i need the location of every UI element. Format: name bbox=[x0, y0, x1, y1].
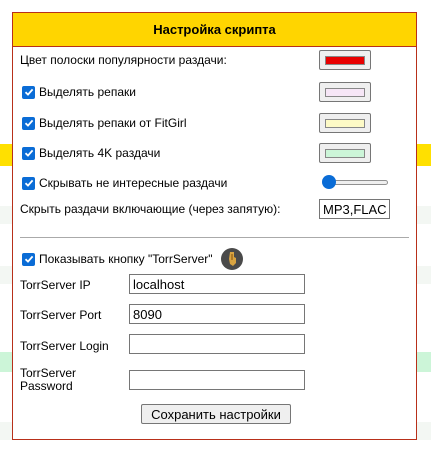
slider-thumb[interactable] bbox=[322, 175, 336, 189]
color-swatch bbox=[325, 148, 365, 158]
checkbox-highlight-repacks[interactable] bbox=[22, 85, 35, 99]
highlight-4k-row[interactable]: Выделять 4K раздачи bbox=[20, 146, 160, 160]
checkbox-highlight-4k[interactable] bbox=[22, 146, 35, 160]
4k-color-picker[interactable] bbox=[319, 143, 371, 163]
checkbox-torrserver-button[interactable] bbox=[22, 252, 35, 266]
torrserver-button-label: Показывать кнопку "TorrServer" bbox=[39, 252, 213, 266]
torrserver-password-input[interactable] bbox=[129, 370, 305, 390]
highlight-fitgirl-label: Выделять репаки от FitGirl bbox=[39, 116, 187, 130]
torrserver-ip-input[interactable]: localhost bbox=[129, 274, 305, 294]
torrserver-button-row[interactable]: Показывать кнопку "TorrServer" bbox=[20, 248, 243, 270]
torrserver-port-input[interactable]: 8090 bbox=[129, 304, 305, 324]
checkbox-hide-uninteresting[interactable] bbox=[22, 176, 35, 190]
hide-including-label: Скрыть раздачи включающие (через запятую… bbox=[20, 202, 281, 216]
torrserver-ip-label: TorrServer IP bbox=[20, 278, 91, 292]
torrserver-icon bbox=[220, 248, 243, 270]
color-swatch bbox=[325, 55, 365, 65]
torrserver-login-label: TorrServer Login bbox=[20, 339, 109, 353]
checkmark-icon bbox=[24, 179, 33, 187]
highlight-repacks-label: Выделять репаки bbox=[39, 85, 136, 99]
hide-including-row: Скрыть раздачи включающие (через запятую… bbox=[20, 202, 280, 216]
hide-uninteresting-label: Скрывать не интересные раздачи bbox=[39, 176, 228, 190]
popularity-color-picker[interactable] bbox=[319, 50, 371, 70]
hide-including-input[interactable]: MP3,FLAC bbox=[319, 199, 390, 219]
torrserver-port-label: TorrServer Port bbox=[20, 308, 102, 322]
checkmark-icon bbox=[24, 119, 33, 127]
script-settings-dialog: Настройка скрипта Цвет полоски популярно… bbox=[12, 12, 417, 440]
highlight-repacks-row[interactable]: Выделять репаки bbox=[20, 85, 136, 99]
repacks-color-picker[interactable] bbox=[319, 82, 371, 102]
divider bbox=[20, 237, 409, 238]
highlight-fitgirl-row[interactable]: Выделять репаки от FitGirl bbox=[20, 116, 187, 130]
dialog-title: Настройка скрипта bbox=[13, 13, 416, 47]
color-swatch bbox=[325, 118, 365, 128]
popularity-color-label: Цвет полоски популярности раздачи: bbox=[20, 53, 227, 67]
save-settings-button[interactable]: Сохранить настройки bbox=[141, 404, 291, 424]
checkmark-icon bbox=[24, 255, 33, 263]
hide-uninteresting-row[interactable]: Скрывать не интересные раздачи bbox=[20, 176, 227, 190]
hide-threshold-slider[interactable] bbox=[322, 175, 390, 189]
torrserver-login-input[interactable] bbox=[129, 334, 305, 354]
popularity-color-row: Цвет полоски популярности раздачи: bbox=[20, 53, 227, 67]
fitgirl-color-picker[interactable] bbox=[319, 113, 371, 133]
checkbox-highlight-fitgirl[interactable] bbox=[22, 116, 35, 130]
slider-track bbox=[328, 180, 388, 185]
highlight-4k-label: Выделять 4K раздачи bbox=[39, 146, 161, 160]
torrserver-password-label-line2: Password bbox=[20, 379, 73, 393]
checkmark-icon bbox=[24, 149, 33, 157]
checkmark-icon bbox=[24, 88, 33, 96]
color-swatch bbox=[325, 87, 365, 97]
